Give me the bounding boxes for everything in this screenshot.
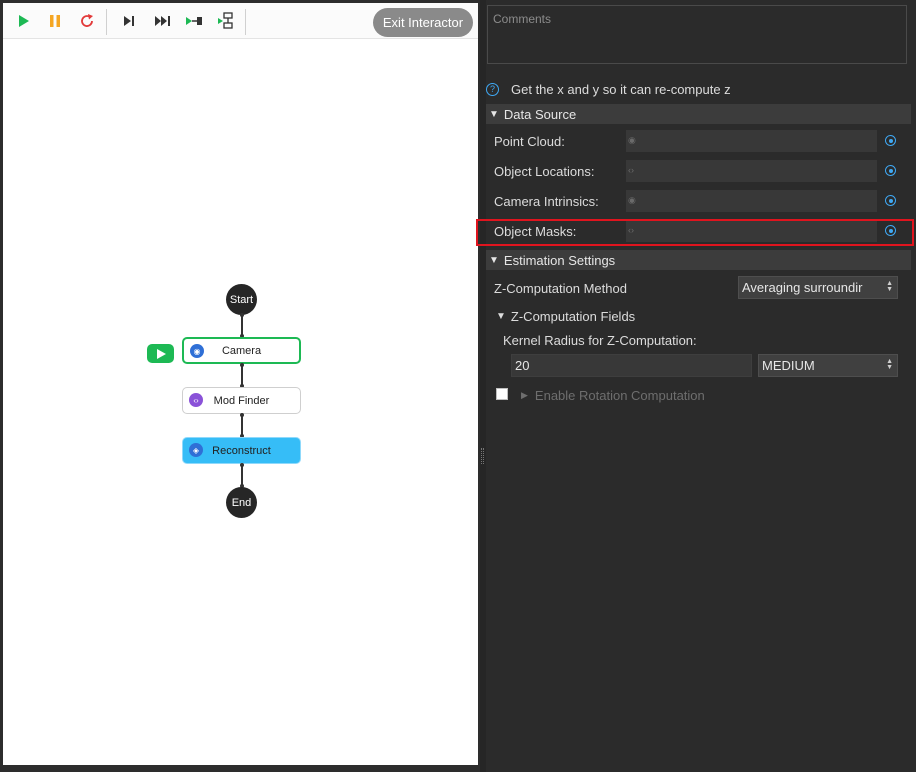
node-reconstruct[interactable]: ◈ Reconstruct [182, 437, 301, 464]
target-icon[interactable] [885, 165, 896, 176]
kernel-preset-select[interactable]: MEDIUM ▲ ▼ [758, 354, 898, 377]
run-selection-icon [218, 12, 233, 29]
code-icon: ‹› [189, 393, 203, 407]
rotation-group-header[interactable]: ▶ Enable Rotation Computation [521, 388, 705, 403]
group-title: Z-Computation Fields [510, 309, 636, 324]
help-icon[interactable]: ? [486, 82, 499, 96]
start-node[interactable]: Start [226, 284, 257, 315]
camera-icon: ◉ [628, 195, 636, 205]
properties-panel: Comments ? Get the x and y so it can re-… [476, 0, 916, 772]
node-description: ? Get the x and y so it can re-compute z [486, 80, 731, 98]
pause-icon [50, 15, 60, 27]
select-arrows-icon: ▲ ▼ [886, 280, 893, 293]
end-node[interactable]: End [226, 487, 257, 518]
node-label: Mod Finder [213, 394, 270, 407]
current-step-marker [147, 344, 174, 363]
collapse-arrow-icon: ▼ [489, 254, 499, 266]
workflow-pane: Exit Interactor Start ◉ Camera ‹› Mod Fi… [0, 0, 480, 772]
play-icon [156, 348, 166, 359]
run-to-node-button[interactable] [185, 11, 205, 31]
run-selection-button[interactable] [217, 11, 237, 31]
splitter-grip-icon[interactable] [481, 448, 484, 464]
target-icon[interactable] [885, 135, 896, 146]
collapse-arrow-icon: ▼ [489, 108, 499, 120]
node-mod-finder[interactable]: ‹› Mod Finder [182, 387, 301, 414]
collapse-arrow-icon: ▼ [496, 311, 506, 322]
node-camera[interactable]: ◉ Camera [182, 337, 301, 364]
workflow-canvas[interactable]: Exit Interactor Start ◉ Camera ‹› Mod Fi… [3, 3, 478, 765]
select-arrows-icon: ▲ ▼ [886, 358, 893, 371]
select-value: MEDIUM [762, 358, 815, 373]
input-value: 20 [515, 358, 530, 373]
play-icon [19, 15, 29, 27]
connector-dot [240, 413, 244, 417]
exit-interactor-button[interactable]: Exit Interactor [373, 8, 473, 37]
z-fields-group-header[interactable]: ▼ Z-Computation Fields [496, 309, 635, 324]
node-label: Reconstruct [212, 444, 271, 457]
highlight-box [476, 219, 914, 246]
section-title: Data Source [503, 106, 577, 122]
connector-dot [240, 363, 244, 367]
camera-intrinsics-row: Camera Intrinsics: ◉ [486, 187, 911, 217]
restart-icon [81, 14, 93, 27]
step-button[interactable] [119, 11, 139, 31]
toolbar-separator [245, 9, 246, 35]
data-source-header[interactable]: ▼ Data Source [486, 104, 911, 124]
code-icon: ‹› [628, 165, 634, 175]
camera-icon: ◉ [190, 344, 204, 358]
connector-dot [240, 463, 244, 467]
point-cloud-row: Point Cloud: ◉ [486, 127, 911, 157]
kernel-radius-input[interactable]: 20 [511, 354, 752, 377]
cube-icon: ◈ [189, 443, 203, 457]
restart-button[interactable] [77, 11, 97, 31]
run-button[interactable] [13, 11, 33, 31]
expand-arrow-icon: ▶ [521, 390, 528, 400]
description-text: Get the x and y so it can re-compute z [511, 81, 731, 97]
target-icon[interactable] [885, 195, 896, 206]
kernel-radius-label: Kernel Radius for Z-Computation: [503, 333, 697, 348]
fast-forward-icon [155, 16, 170, 26]
z-method-label: Z-Computation Method [494, 281, 627, 296]
step-icon [124, 16, 134, 26]
comments-field[interactable]: Comments [487, 5, 907, 64]
estimation-settings-header[interactable]: ▼ Estimation Settings [486, 250, 911, 270]
object-locations-row: Object Locations: ‹› [486, 157, 911, 187]
section-title: Estimation Settings [503, 252, 616, 268]
object-locations-input[interactable]: ‹› [626, 160, 877, 182]
z-method-select[interactable]: Averaging surroundir ▲ ▼ [738, 276, 898, 299]
rotation-checkbox[interactable] [496, 388, 508, 400]
pause-button[interactable] [45, 11, 65, 31]
point-cloud-input[interactable]: ◉ [626, 130, 877, 152]
toolbar-separator [106, 9, 107, 35]
select-value: Averaging surroundir [742, 280, 863, 295]
group-title: Enable Rotation Computation [534, 388, 705, 403]
run-toolbar: Exit Interactor [3, 3, 478, 39]
connector-dot [240, 313, 244, 317]
field-label: Object Locations: [494, 164, 595, 179]
run-to-node-icon [186, 17, 202, 25]
camera-icon: ◉ [628, 135, 636, 145]
field-label: Camera Intrinsics: [494, 194, 599, 209]
camera-intrinsics-input[interactable]: ◉ [626, 190, 877, 212]
field-label: Point Cloud: [494, 134, 565, 149]
node-label: Camera [221, 344, 262, 357]
fast-forward-button[interactable] [153, 11, 173, 31]
